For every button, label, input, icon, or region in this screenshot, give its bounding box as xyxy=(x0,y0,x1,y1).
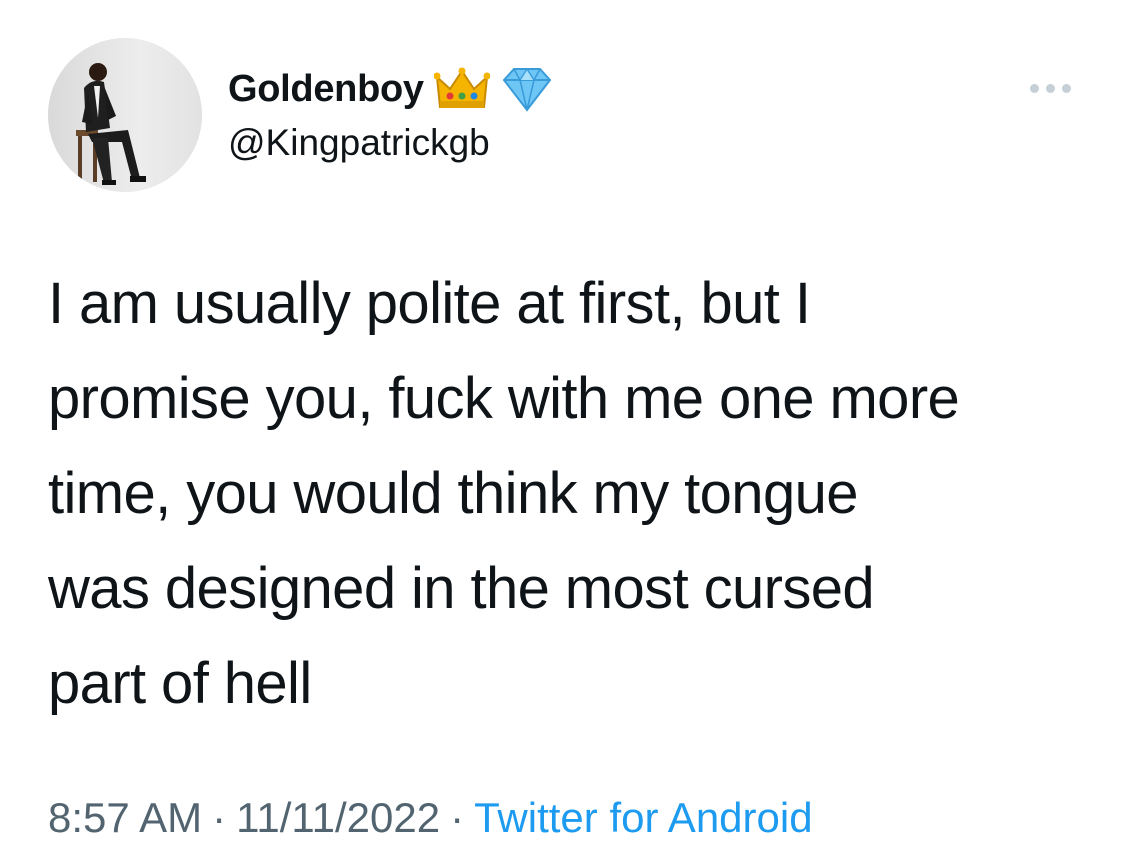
username-handle[interactable]: @Kingpatrickgb xyxy=(228,120,490,166)
tweet-text-line: I am usually polite at first, but I xyxy=(48,271,811,336)
tweet-metadata: 8:57 AM · 11/11/2022 · Twitter for Android xyxy=(48,790,813,846)
more-dot-icon xyxy=(1029,83,1039,93)
more-options-button[interactable] xyxy=(1022,74,1078,102)
tweet-source-link[interactable]: Twitter for Android xyxy=(474,794,812,841)
gem-icon xyxy=(500,66,554,112)
avatar-photo xyxy=(48,38,202,192)
tweet-text-line: time, you would think my tongue xyxy=(48,461,859,526)
meta-separator: · xyxy=(450,794,465,841)
author-name-row: Goldenboy xyxy=(228,66,554,112)
more-dot-icon xyxy=(1045,83,1055,93)
tweet-text: I am usually polite at first, but I prom… xyxy=(48,256,1088,731)
tweet-text-line: was designed in the most cursed xyxy=(48,556,875,621)
tweet-date[interactable]: 11/11/2022 xyxy=(236,794,440,841)
tweet-text-line: part of hell xyxy=(48,651,312,716)
tweet-card: Goldenboy @Kingpatrickgb I am usually po… xyxy=(0,0,1125,858)
tweet-text-line: promise you, fuck with me one more xyxy=(48,366,960,431)
crown-emoji-icon xyxy=(433,67,490,111)
tweet-time[interactable]: 8:57 AM xyxy=(48,794,202,841)
more-dot-icon xyxy=(1061,83,1071,93)
display-name[interactable]: Goldenboy xyxy=(228,66,424,112)
avatar[interactable] xyxy=(48,38,202,192)
meta-separator: · xyxy=(212,794,227,841)
